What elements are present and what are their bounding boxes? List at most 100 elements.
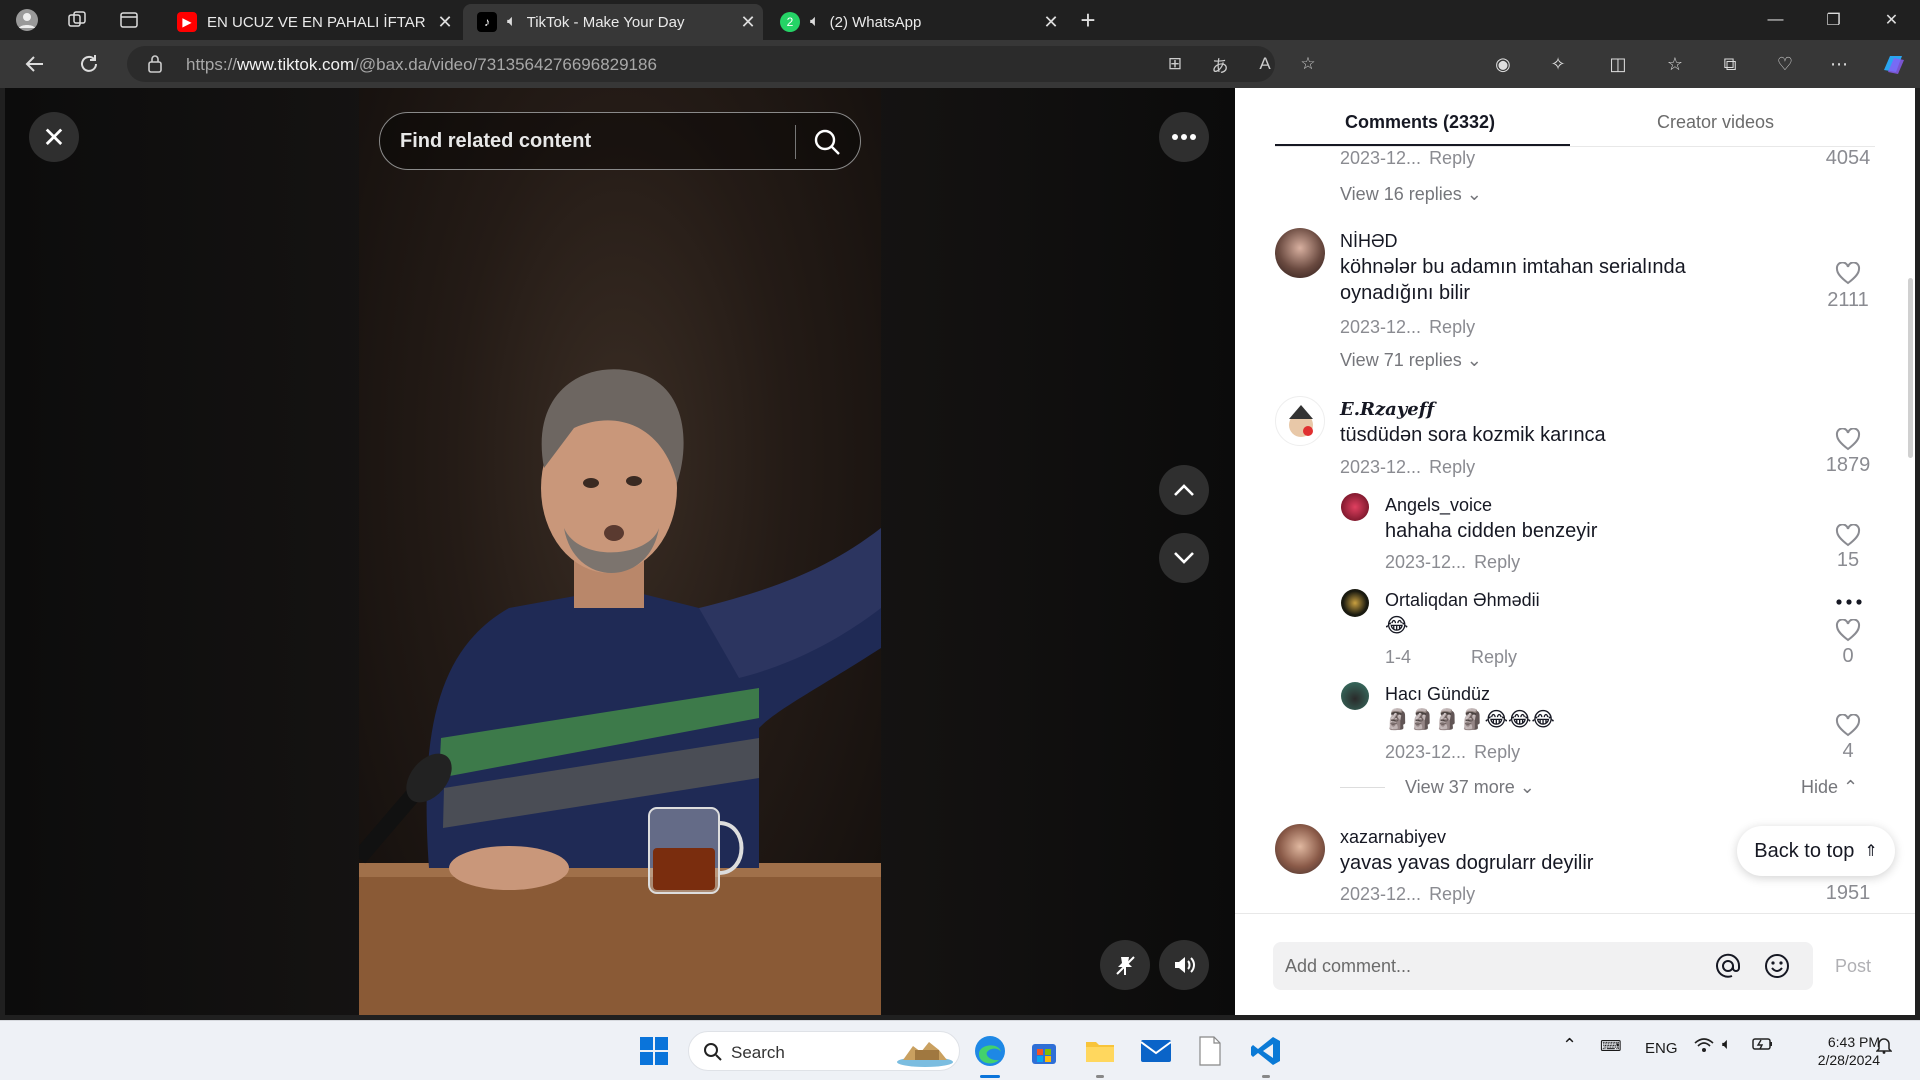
- mention-icon[interactable]: [1715, 953, 1741, 979]
- more-options-button[interactable]: [1159, 112, 1209, 162]
- reply-button[interactable]: Reply: [1474, 552, 1520, 572]
- language-indicator[interactable]: ENG: [1645, 1040, 1678, 1057]
- avatar[interactable]: [1341, 493, 1369, 521]
- chevron-up-icon: [1174, 484, 1194, 496]
- refresh-icon[interactable]: [74, 50, 104, 78]
- avatar[interactable]: [1341, 589, 1369, 617]
- store-icon[interactable]: [1024, 1031, 1064, 1071]
- reply-username[interactable]: Hacı Gündüz: [1385, 684, 1490, 705]
- split-screen-icon[interactable]: ◫: [1605, 52, 1631, 76]
- read-aloud-icon[interactable]: A: [1252, 52, 1278, 76]
- profile-icon[interactable]: [15, 8, 39, 32]
- document-icon[interactable]: [1190, 1031, 1230, 1071]
- close-window-icon[interactable]: ✕: [1864, 0, 1919, 40]
- close-video-button[interactable]: ✕: [29, 112, 79, 162]
- tab-title: (2) WhatsApp: [829, 13, 922, 31]
- volume-button[interactable]: [1159, 940, 1209, 990]
- volume-icon[interactable]: 🔈︎: [1722, 1036, 1732, 1054]
- restore-icon[interactable]: ❐: [1806, 0, 1861, 40]
- view-replies-button[interactable]: View 71 replies ⌄: [1340, 350, 1482, 371]
- workspaces-icon[interactable]: [65, 8, 89, 32]
- search-icon[interactable]: [812, 127, 842, 157]
- avatar[interactable]: [1341, 682, 1369, 710]
- comment-username[interactable]: xazarnabiyev: [1340, 827, 1446, 848]
- heart-icon[interactable]: [1835, 428, 1861, 452]
- emoji-icon[interactable]: [1764, 953, 1790, 979]
- heart-icon[interactable]: [1835, 262, 1861, 286]
- favorites-icon[interactable]: ☆: [1662, 52, 1688, 76]
- keyboard-icon[interactable]: ⌨: [1600, 1037, 1622, 1055]
- ellipsis-icon: [1172, 134, 1196, 140]
- floating-player-button[interactable]: [1100, 940, 1150, 990]
- reply-button[interactable]: Reply: [1471, 647, 1517, 667]
- reply-button[interactable]: Reply: [1429, 884, 1475, 904]
- ellipsis-icon[interactable]: [1836, 599, 1862, 605]
- tab-youtube[interactable]: ▶ EN UCUZ VE EN PAHALI İFTAR M ✕: [163, 4, 460, 40]
- comment-username[interactable]: 𝑬.𝑹𝒛𝒂𝒚𝒆𝒇𝒇: [1340, 399, 1434, 420]
- heart-icon[interactable]: [1835, 714, 1861, 738]
- previous-video-button[interactable]: [1159, 465, 1209, 515]
- lock-icon[interactable]: [147, 54, 163, 74]
- comment-username[interactable]: NİHƏD: [1340, 231, 1398, 252]
- find-related-search[interactable]: Find related content: [379, 112, 861, 170]
- next-video-button[interactable]: [1159, 533, 1209, 583]
- hide-replies-button[interactable]: Hide ⌃: [1801, 777, 1858, 798]
- extensions-icon[interactable]: ✧: [1545, 52, 1571, 76]
- notifications-icon[interactable]: [1875, 1036, 1893, 1058]
- heart-icon[interactable]: [1835, 619, 1861, 643]
- back-to-top-button[interactable]: Back to top ⇑: [1737, 826, 1895, 876]
- edge-icon[interactable]: [970, 1031, 1010, 1071]
- show-hidden-icons[interactable]: ⌃: [1562, 1035, 1577, 1056]
- tab-comments[interactable]: Comments (2332): [1345, 112, 1495, 133]
- start-icon[interactable]: [634, 1031, 674, 1071]
- minimize-icon[interactable]: —: [1748, 0, 1803, 40]
- tab-actions-icon[interactable]: [117, 8, 141, 32]
- avatar[interactable]: [1275, 228, 1325, 278]
- video-player[interactable]: [359, 88, 881, 1015]
- heart-icon[interactable]: [1835, 524, 1861, 548]
- system-clock[interactable]: 6:43 PM 2/28/2024: [1790, 1033, 1880, 1069]
- add-comment-input[interactable]: Add comment...: [1273, 942, 1813, 990]
- reply-button[interactable]: Reply: [1429, 457, 1475, 477]
- settings-more-icon[interactable]: ⋯: [1826, 52, 1852, 76]
- vscode-running-indicator: [1262, 1075, 1270, 1078]
- view-more-button[interactable]: View 37 more ⌄: [1405, 777, 1535, 798]
- tab-creator-videos[interactable]: Creator videos: [1657, 112, 1774, 133]
- battery-icon[interactable]: [1752, 1036, 1774, 1056]
- browser-essentials-icon[interactable]: ♡: [1772, 52, 1798, 76]
- tab-whatsapp[interactable]: 2 🔈︎ (2) WhatsApp ✕: [766, 4, 1066, 40]
- vscode-icon[interactable]: [1246, 1031, 1286, 1071]
- reply-username[interactable]: Angels_voice: [1385, 495, 1492, 516]
- new-tab-icon[interactable]: +: [1076, 5, 1100, 35]
- close-tab-icon[interactable]: ✕: [733, 12, 763, 33]
- reply-button[interactable]: Reply: [1474, 742, 1520, 762]
- speaker-icon[interactable]: 🔈︎: [810, 13, 820, 31]
- apps-icon[interactable]: ⊞: [1162, 52, 1188, 76]
- avatar[interactable]: [1275, 824, 1325, 874]
- avatar[interactable]: [1275, 396, 1325, 446]
- translate-icon[interactable]: あ: [1207, 52, 1233, 76]
- reply-text: 😂: [1385, 615, 1409, 637]
- speaker-icon[interactable]: 🔈︎: [507, 13, 517, 31]
- close-tab-icon[interactable]: ✕: [1036, 12, 1066, 33]
- taskbar-search[interactable]: Search: [688, 1031, 960, 1071]
- comments-scrollbar[interactable]: [1908, 278, 1913, 458]
- reply-button[interactable]: Reply: [1429, 148, 1475, 168]
- favorite-star-icon[interactable]: ☆: [1295, 52, 1321, 76]
- reply-username[interactable]: Ortaliqdan Əhmədii: [1385, 590, 1540, 611]
- grammarly-icon[interactable]: ◉: [1490, 52, 1516, 76]
- wifi-icon[interactable]: [1694, 1037, 1714, 1057]
- post-button[interactable]: Post: [1835, 956, 1871, 977]
- comment-meta: 2023-12... Reply: [1340, 884, 1476, 904]
- close-tab-icon[interactable]: ✕: [430, 12, 460, 33]
- view-replies-button[interactable]: View 16 replies ⌄: [1340, 184, 1482, 205]
- collections-icon[interactable]: ⧉: [1717, 52, 1743, 76]
- file-explorer-icon[interactable]: [1080, 1031, 1120, 1071]
- address-input[interactable]: https://www.tiktok.com/@bax.da/video/731…: [127, 46, 1316, 82]
- tab-tiktok[interactable]: ♪ 🔈︎ TikTok - Make Your Day ✕: [463, 4, 763, 40]
- like-count: 4054: [1825, 147, 1871, 169]
- reply-button[interactable]: Reply: [1429, 317, 1475, 337]
- mail-icon[interactable]: [1136, 1031, 1176, 1071]
- copilot-icon[interactable]: [1880, 52, 1906, 76]
- back-icon[interactable]: [20, 50, 50, 78]
